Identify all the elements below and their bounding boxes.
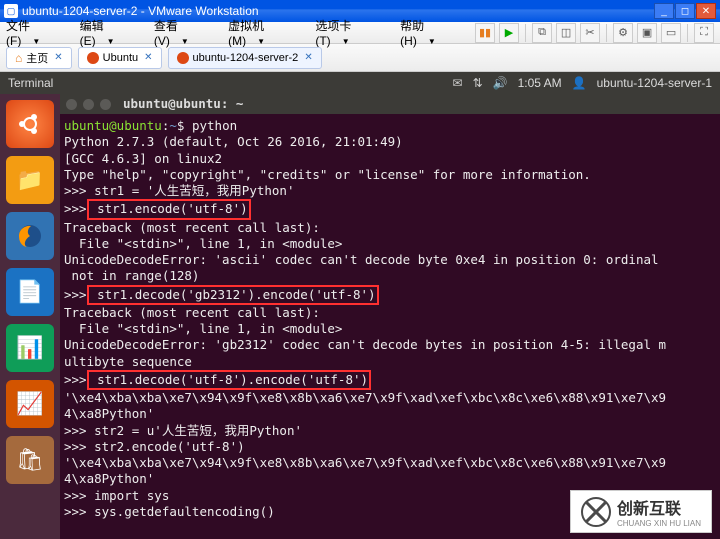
tab-close-server2[interactable]: ✕ — [304, 52, 312, 63]
launcher-firefox[interactable] — [6, 212, 54, 260]
watermark-text: 创新互联 — [617, 495, 701, 519]
term-line: File "<stdin>", line 1, in <module> — [64, 321, 342, 336]
term-close-icon[interactable] — [66, 99, 77, 110]
term-line: >>> sys.getdefaultencoding() — [64, 504, 275, 519]
menu-vm[interactable]: 虚拟机(M)▼ — [228, 17, 305, 48]
tab-home[interactable]: ⌂ 主页 ✕ — [6, 47, 72, 69]
term-min-icon[interactable] — [83, 99, 94, 110]
network-icon[interactable]: ⇅ — [473, 76, 483, 90]
vm-screen: Terminal ✉ ⇅ 🔊 1:05 AM 👤 ubuntu-1204-ser… — [0, 72, 720, 539]
minimize-button[interactable]: _ — [654, 3, 674, 19]
close-button[interactable]: ✕ — [696, 3, 716, 19]
launcher-dash[interactable] — [6, 100, 54, 148]
launcher-writer[interactable]: 📄 — [6, 268, 54, 316]
term-line: ultibyte sequence — [64, 354, 192, 369]
terminal-window[interactable]: ubuntu@ubuntu: ~ ubuntu@ubuntu:~$ python… — [60, 94, 720, 539]
launcher-impress[interactable]: 📈 — [6, 380, 54, 428]
term-line: >>> str2 = u'人生苦短，我用Python' — [64, 423, 302, 438]
watermark: 创新互联 CHUANG XIN HU LIAN — [570, 490, 712, 533]
terminal-titlebar: ubuntu@ubuntu: ~ — [60, 94, 720, 114]
term-line: Traceback (most recent call last): — [64, 305, 320, 320]
tab-close-home[interactable]: ✕ — [54, 52, 62, 63]
resume-button[interactable]: ▶ — [499, 23, 519, 43]
tab-label-server2: ubuntu-1204-server-2 — [193, 52, 299, 64]
tool-snapshot[interactable]: ⧉ — [532, 23, 552, 43]
term-line: python — [184, 118, 237, 133]
tool-fullscreen[interactable]: ⛶ — [694, 23, 714, 43]
term-line: '\xe4\xba\xba\xe7\x94\x9f\xe8\x8b\xa6\xe… — [64, 455, 666, 470]
tool-screenshot[interactable]: ✂ — [580, 23, 600, 43]
highlight-2: str1.decode('gb2312').encode('utf-8') — [87, 285, 379, 305]
sound-icon[interactable]: 🔊 — [493, 76, 508, 90]
ubuntu-panel: Terminal ✉ ⇅ 🔊 1:05 AM 👤 ubuntu-1204-ser… — [0, 72, 720, 94]
term-line: >>> — [64, 287, 87, 302]
watermark-sub: CHUANG XIN HU LIAN — [617, 519, 701, 528]
user-icon: 👤 — [572, 76, 587, 90]
term-line: >>> str2.encode('utf-8') — [64, 439, 245, 454]
term-line: Type "help", "copyright", "credits" or "… — [64, 167, 591, 182]
term-line: >>> str1 = '人生苦短，我用Python' — [64, 183, 295, 198]
ubuntu-icon — [177, 52, 189, 64]
window-controls: _ ◻ ✕ — [654, 3, 716, 19]
highlight-1: str1.encode('utf-8') — [87, 199, 251, 219]
panel-user[interactable]: ubuntu-1204-server-1 — [597, 76, 712, 90]
term-line: 4\xa8Python' — [64, 406, 154, 421]
tab-ubuntu[interactable]: Ubuntu ✕ — [78, 47, 162, 69]
term-line: 4\xa8Python' — [64, 471, 154, 486]
watermark-logo-icon — [581, 497, 611, 527]
launcher-software[interactable]: 🛍 — [6, 436, 54, 484]
launcher-calc[interactable]: 📊 — [6, 324, 54, 372]
term-line: not in range(128) — [64, 268, 199, 283]
tool-manage[interactable]: ◫ — [556, 23, 576, 43]
unity-launcher: 📁 📄 📊 📈 🛍 — [0, 94, 60, 539]
home-icon: ⌂ — [15, 51, 22, 65]
menu-help[interactable]: 帮助(H)▼ — [400, 17, 465, 48]
tab-label-home: 主页 — [26, 50, 48, 66]
term-line: UnicodeDecodeError: 'ascii' codec can't … — [64, 252, 659, 267]
menu-file[interactable]: 文件(F)▼ — [6, 17, 70, 48]
menu-view[interactable]: 查看(V)▼ — [154, 17, 218, 48]
term-line: File "<stdin>", line 1, in <module> — [64, 236, 342, 251]
term-line: >>> import sys — [64, 488, 169, 503]
prompt-path: ~ — [169, 118, 177, 133]
pause-button[interactable]: ▮▮ — [475, 23, 495, 43]
term-line: [GCC 4.6.3] on linux2 — [64, 151, 222, 166]
restore-button[interactable]: ◻ — [675, 3, 695, 19]
panel-time[interactable]: 1:05 AM — [518, 76, 562, 90]
term-line: UnicodeDecodeError: 'gb2312' codec can't… — [64, 337, 666, 352]
panel-app-title: Terminal — [8, 76, 53, 90]
vmware-icon: ▢ — [4, 4, 18, 18]
tab-server2[interactable]: ubuntu-1204-server-2 ✕ — [168, 47, 322, 69]
ubuntu-icon — [87, 52, 99, 64]
tool-fit[interactable]: ▭ — [661, 23, 681, 43]
tab-bar: ⌂ 主页 ✕ Ubuntu ✕ ubuntu-1204-server-2 ✕ — [0, 44, 720, 72]
tool-usb[interactable]: ⚙ — [613, 23, 633, 43]
tool-unity[interactable]: ▣ — [637, 23, 657, 43]
term-line: '\xe4\xba\xba\xe7\x94\x9f\xe8\x8b\xa6\xe… — [64, 390, 666, 405]
mail-icon[interactable]: ✉ — [453, 76, 463, 90]
term-line: >>> — [64, 372, 87, 387]
term-line: Traceback (most recent call last): — [64, 220, 320, 235]
menu-bar: 文件(F)▼ 编辑(E)▼ 查看(V)▼ 虚拟机(M)▼ 选项卡(T)▼ 帮助(… — [0, 22, 720, 44]
window-title: ubuntu-1204-server-2 - VMware Workstatio… — [22, 4, 259, 18]
highlight-3: str1.decode('utf-8').encode('utf-8') — [87, 370, 371, 390]
launcher-files[interactable]: 📁 — [6, 156, 54, 204]
prompt-user: ubuntu@ubuntu — [64, 118, 162, 133]
terminal-body[interactable]: ubuntu@ubuntu:~$ python Python 2.7.3 (de… — [60, 114, 720, 524]
tab-close-ubuntu[interactable]: ✕ — [144, 52, 152, 63]
terminal-title: ubuntu@ubuntu: ~ — [123, 96, 243, 112]
tab-label-ubuntu: Ubuntu — [103, 52, 138, 64]
term-line: >>> — [64, 201, 87, 216]
term-line: Python 2.7.3 (default, Oct 26 2016, 21:0… — [64, 134, 403, 149]
term-max-icon[interactable] — [100, 99, 111, 110]
menu-edit[interactable]: 编辑(E)▼ — [80, 17, 144, 48]
menu-tabs[interactable]: 选项卡(T)▼ — [315, 17, 390, 48]
